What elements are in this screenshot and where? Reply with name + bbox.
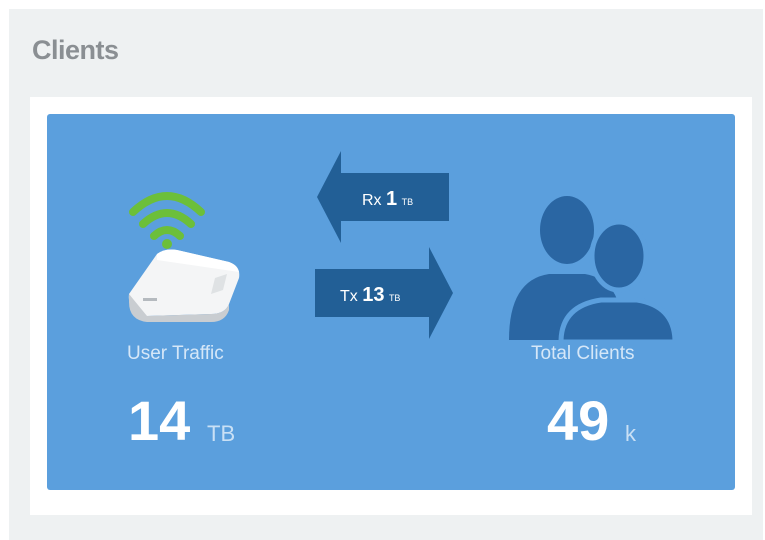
total-clients-unit: k [625,421,636,446]
total-clients-label: Total Clients [531,343,635,364]
user-traffic-value: 14 [128,389,191,452]
tx-value: 13 [362,284,385,306]
rx-traffic-text: Rx 1 TB [362,188,413,211]
panel-title: Clients [32,35,119,65]
total-clients-value: 49 [547,389,610,452]
user-traffic-unit: TB [207,421,236,446]
card-container: Rx 1 TB Tx 13 TB User Traffic 14 TB Tota… [30,97,752,515]
clients-summary-card: Rx 1 TB Tx 13 TB User Traffic 14 TB Tota… [47,114,735,490]
tx-traffic-text: Tx 13 TB [340,284,400,307]
tx-label: Tx [340,288,358,305]
rx-value: 1 [386,188,398,210]
clients-panel: Clients Rx 1 TB Tx 13 TB User Traffic 14… [9,9,763,540]
user-traffic-label: User Traffic [127,343,224,364]
access-point-icon [128,192,240,322]
rx-unit: TB [401,197,414,207]
users-icon [509,196,677,340]
rx-label: Rx [362,192,382,209]
wifi-signal-icon [129,192,205,249]
tx-unit: TB [388,293,401,303]
